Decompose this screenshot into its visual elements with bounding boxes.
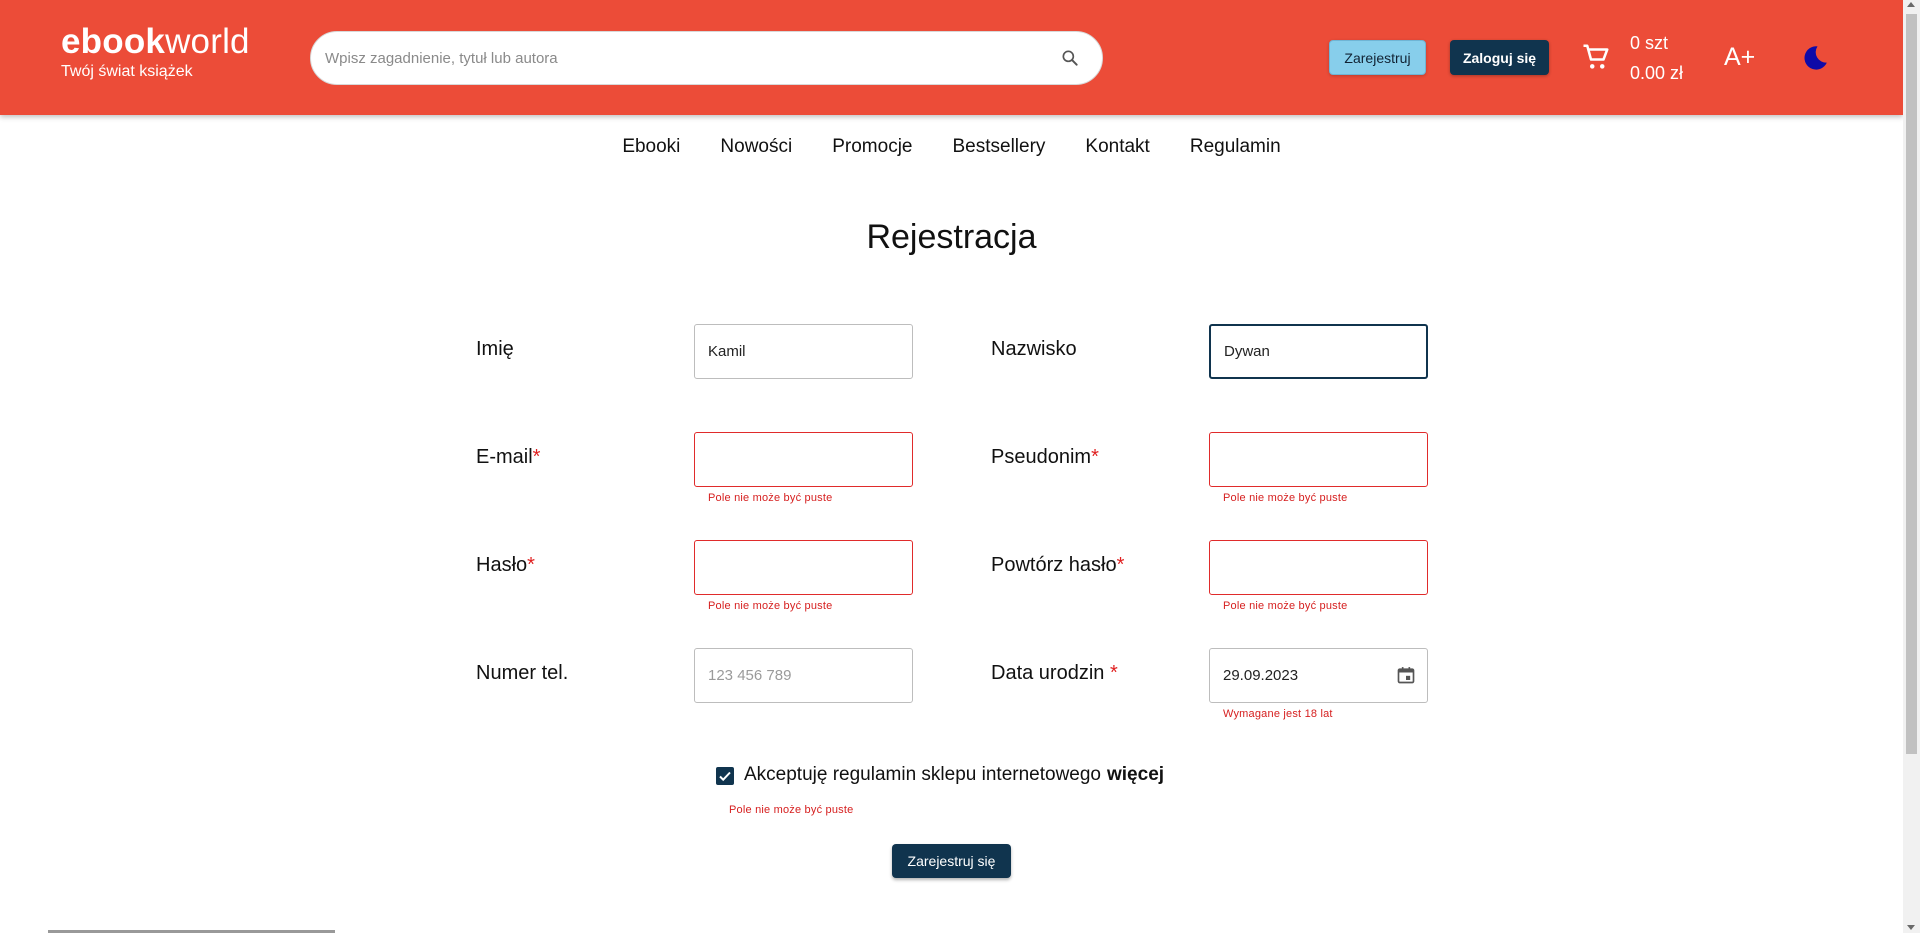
login-button[interactable]: Zaloguj się	[1450, 40, 1549, 75]
password-field[interactable]	[694, 540, 913, 595]
email-field[interactable]	[694, 432, 913, 487]
birth-date-label: Data urodzin *	[991, 662, 1118, 684]
nav-item-regulamin[interactable]: Regulamin	[1190, 136, 1281, 158]
logo-bold: ebook	[61, 22, 166, 61]
calendar-icon[interactable]	[1396, 665, 1416, 685]
cart-count: 0 szt	[1630, 33, 1669, 53]
cart-icon[interactable]	[1581, 42, 1611, 72]
register-button[interactable]: Zarejestruj	[1329, 40, 1426, 75]
terms-checkbox[interactable]	[716, 767, 734, 785]
checkmark-icon	[719, 771, 731, 782]
cart-summary[interactable]: 0 szt 0.00 zł	[1630, 28, 1683, 88]
password-repeat-label: Powtórz hasło*	[991, 554, 1125, 576]
password-error: Pole nie może być puste	[708, 600, 833, 612]
required-mark: *	[1116, 554, 1125, 576]
nav-item-promocje[interactable]: Promocje	[832, 136, 912, 158]
top-header: ebookworld Twój świat książek Zarejestru…	[0, 0, 1903, 115]
terms-error: Pole nie może być puste	[729, 804, 854, 816]
password-label: Hasło*	[476, 554, 535, 576]
scroll-up-arrow-icon[interactable]	[1907, 2, 1915, 7]
email-label: E-mail*	[476, 446, 541, 468]
email-error: Pole nie może być puste	[708, 492, 833, 504]
first-name-label: Imię	[476, 338, 514, 360]
nickname-field[interactable]	[1209, 432, 1428, 487]
nav-item-bestsellery[interactable]: Bestsellery	[952, 136, 1045, 158]
nav-item-kontakt[interactable]: Kontakt	[1085, 136, 1149, 158]
nav-item-ebooki[interactable]: Ebooki	[622, 136, 680, 158]
required-mark: *	[1109, 662, 1118, 684]
scroll-down-arrow-icon[interactable]	[1907, 925, 1915, 930]
main-nav: Ebooki Nowości Promocje Bestsellery Kont…	[0, 136, 1903, 158]
required-mark: *	[1091, 446, 1099, 468]
birth-date-error: Wymagane jest 18 lat	[1223, 708, 1333, 720]
password-repeat-field[interactable]	[1209, 540, 1428, 595]
search-bar	[310, 31, 1103, 85]
scrollbar[interactable]	[1903, 0, 1920, 933]
terms-label: Akceptuję regulamin sklepu internetowego…	[744, 764, 1165, 785]
first-name-field[interactable]	[694, 324, 913, 379]
password-repeat-error: Pole nie może być puste	[1223, 600, 1348, 612]
cart-total: 0.00 zł	[1630, 63, 1684, 83]
search-input[interactable]	[325, 32, 1045, 84]
submit-register-button[interactable]: Zarejestruj się	[892, 844, 1011, 878]
search-icon[interactable]	[1060, 48, 1080, 68]
nav-item-nowosci[interactable]: Nowości	[720, 136, 792, 158]
required-mark: *	[532, 446, 541, 468]
moon-icon[interactable]	[1800, 44, 1828, 72]
page-title: Rejestracja	[866, 218, 1037, 256]
last-name-field[interactable]	[1209, 324, 1428, 379]
logo[interactable]: ebookworld Twój świat książek	[61, 22, 250, 82]
nickname-error: Pole nie może być puste	[1223, 492, 1348, 504]
font-size-button[interactable]: A+	[1724, 38, 1755, 76]
phone-field[interactable]	[694, 648, 913, 703]
terms-more-link[interactable]: więcej	[1107, 764, 1164, 785]
logo-tagline: Twój świat książek	[61, 63, 193, 80]
last-name-label: Nazwisko	[991, 338, 1077, 360]
scroll-thumb[interactable]	[1906, 14, 1917, 754]
required-mark: *	[527, 554, 535, 576]
nickname-label: Pseudonim*	[991, 446, 1099, 468]
phone-label: Numer tel.	[476, 662, 569, 684]
logo-light: world	[165, 22, 250, 61]
